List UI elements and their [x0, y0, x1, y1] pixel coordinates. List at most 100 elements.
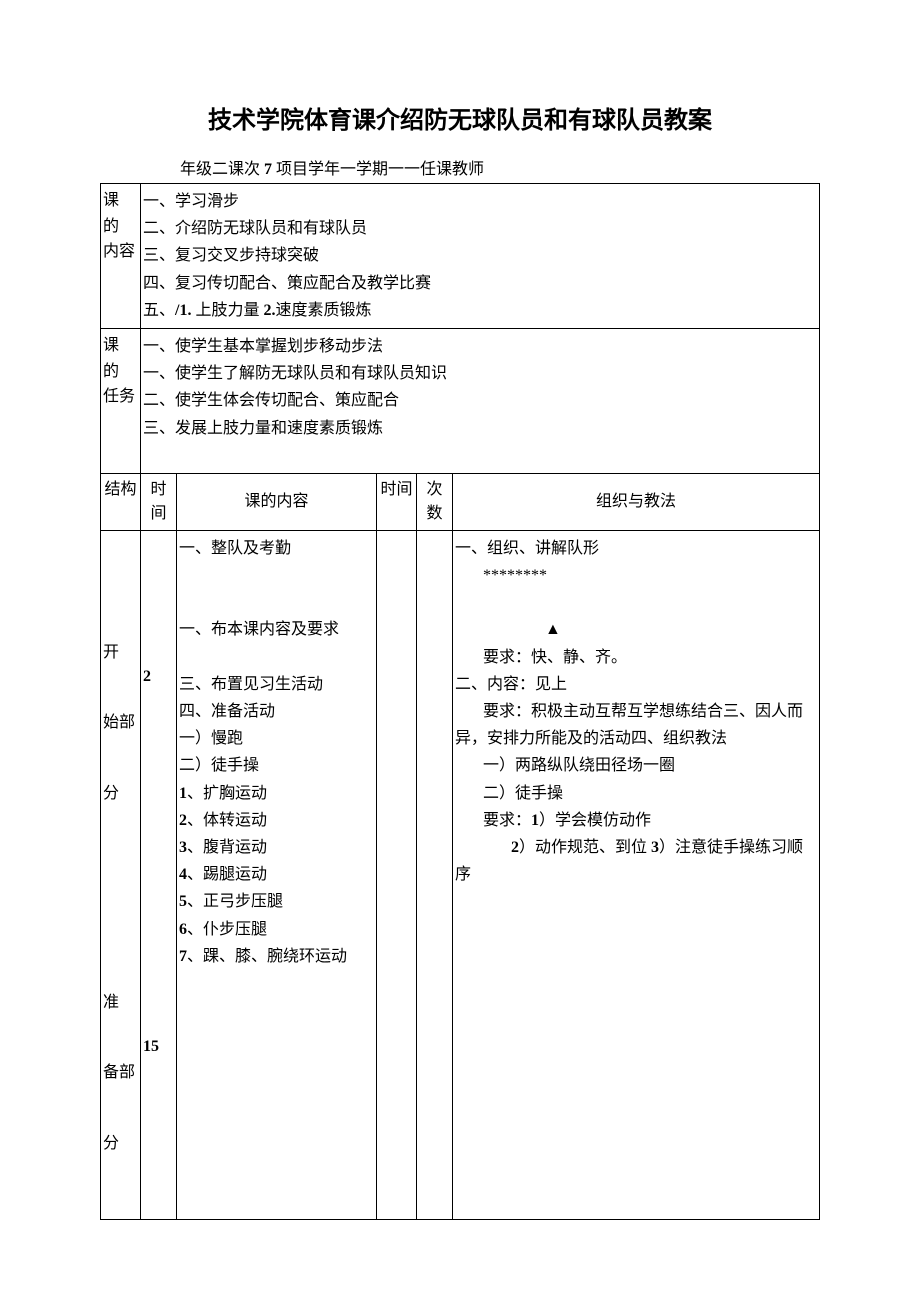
content-item: 6、仆步压腿	[179, 916, 374, 943]
course-content-cell: 一、学习滑步 二、介绍防无球队员和有球队员 三、复习交叉步持球突破 四、复习传切…	[141, 184, 820, 329]
text: 、体转运动	[187, 812, 267, 829]
bold-text: 2.	[263, 302, 275, 319]
task-line: 二、使学生体会传切配合、策应配合	[143, 387, 817, 414]
content-item: 一、整队及考勤	[179, 535, 374, 562]
course-task-label: 课 的 任务	[101, 328, 141, 473]
course-content-row: 课 的 内容 一、学习滑步 二、介绍防无球队员和有球队员 三、复习交叉步持球突破…	[101, 184, 820, 329]
header-structure: 结构	[101, 473, 141, 530]
text: 、扩胸运动	[187, 785, 267, 802]
text: ）学会模仿动作	[539, 812, 651, 829]
label-line2: 任务	[103, 388, 135, 405]
text: 数	[426, 505, 442, 522]
course-task-row: 课 的 任务 一、使学生基本掌握划步移动步法 一、使学生了解防无球队员和有球队员…	[101, 328, 820, 473]
content-line: 三、复习交叉步持球突破	[143, 242, 817, 269]
text: ）动作规范、到位	[519, 839, 651, 856]
course-task-cell: 一、使学生基本掌握划步移动步法 一、使学生了解防无球队员和有球队员知识 二、使学…	[141, 328, 820, 473]
num: 5	[179, 893, 187, 910]
text: 分	[103, 785, 119, 802]
method-item: 一、组织、讲解队形	[455, 535, 817, 562]
text: 五、	[143, 302, 175, 319]
text: ）注意徒手操练习顺	[659, 839, 803, 856]
count-cell	[417, 530, 453, 1219]
text: 准	[103, 994, 119, 1011]
method-item: 要求：快、静、齐。	[455, 644, 817, 671]
header-method: 组织与教法	[453, 473, 820, 530]
content-item: 四、准备活动	[179, 698, 374, 725]
document-page: 技术学院体育课介绍防无球队员和有球队员教案 年级二课次 7 项目学年一学期一一任…	[0, 0, 920, 1260]
content-item: 4、踢腿运动	[179, 861, 374, 888]
text: 要求：	[483, 812, 531, 829]
num: 4	[179, 866, 187, 883]
bold-text: /1.	[175, 302, 191, 319]
num: 1	[179, 785, 187, 802]
table-header-row: 结构 时间 课的内容 时间 次 数 组织与教法	[101, 473, 820, 530]
content-line: 四、复习传切配合、策应配合及教学比赛	[143, 270, 817, 297]
method-item: 二、内容：见上	[455, 671, 817, 698]
meta-line: 年级二课次 7 项目学年一学期一一任课教师	[180, 155, 820, 179]
table-body-row: 开 始部 分 准 备部 分 2 15 一、整队及	[101, 530, 820, 1219]
content-item: 二）徒手操	[179, 752, 374, 779]
meta-prefix: 年级二课次	[180, 161, 264, 178]
num: 2	[511, 839, 519, 856]
content-item: 2、体转运动	[179, 807, 374, 834]
text: 、踝、膝、腕绕环运动	[187, 948, 347, 965]
page-title: 技术学院体育课介绍防无球队员和有球队员教案	[100, 100, 820, 135]
method-item: 要求：积极主动互帮互学想练结合三、因人而	[455, 698, 817, 725]
content-item: 三、布置见习生活动	[179, 671, 374, 698]
text: 、踢腿运动	[187, 866, 267, 883]
content-item: 一）慢跑	[179, 725, 374, 752]
method-stars: ********	[455, 562, 817, 589]
method-item: 一）两路纵队绕田径场一圈	[455, 752, 817, 779]
text: 、仆步压腿	[187, 921, 267, 938]
content-item: 3、腹背运动	[179, 834, 374, 861]
content-line: 五、/1. 上肢力量 2.速度素质锻炼	[143, 297, 817, 324]
header-time2: 时间	[377, 473, 417, 530]
task-line: 三、发展上肢力量和速度素质锻炼	[143, 415, 817, 442]
text: 速度素质锻炼	[275, 302, 371, 319]
method-item: 要求：1）学会模仿动作	[455, 807, 817, 834]
text: 开	[103, 644, 119, 661]
label-line1: 课 的	[103, 192, 119, 235]
content-line: 一、学习滑步	[143, 188, 817, 215]
text: 备部	[103, 1064, 135, 1081]
method-cell: 一、组织、讲解队形 ******** ▲ 要求：快、静、齐。 二、内容：见上 要…	[453, 530, 820, 1219]
content-item: 1、扩胸运动	[179, 780, 374, 807]
content-item: 5、正弓步压腿	[179, 888, 374, 915]
content-cell: 一、整队及考勤 一、布本课内容及要求 三、布置见习生活动 四、准备活动 一）慢跑…	[177, 530, 377, 1219]
text: 、腹背运动	[187, 839, 267, 856]
header-time: 时间	[141, 473, 177, 530]
lesson-plan-table: 课 的 内容 一、学习滑步 二、介绍防无球队员和有球队员 三、复习交叉步持球突破…	[100, 183, 820, 1220]
content-item: 一、布本课内容及要求	[179, 616, 374, 643]
label-line2: 内容	[103, 243, 135, 260]
method-item: 二）徒手操	[455, 780, 817, 807]
method-item: 序	[455, 861, 817, 888]
method-item: 2）动作规范、到位 3）注意徒手操练习顺	[455, 834, 817, 861]
text: 、正弓步压腿	[187, 893, 283, 910]
lesson-number: 7	[264, 161, 272, 178]
text: 次	[426, 481, 442, 498]
triangle-icon: ▲	[455, 616, 817, 643]
course-content-label: 课 的 内容	[101, 184, 141, 329]
text: 分	[103, 1135, 119, 1152]
label-line1: 课 的	[103, 337, 119, 380]
time-value: 15	[143, 1035, 159, 1059]
text: 上肢力量	[191, 302, 263, 319]
method-item: 异，安排力所能及的活动四、组织教法	[455, 725, 817, 752]
num: 1	[531, 812, 539, 829]
num: 6	[179, 921, 187, 938]
num: 7	[179, 948, 187, 965]
time2-cell	[377, 530, 417, 1219]
num: 2	[179, 812, 187, 829]
meta-suffix: 项目学年一学期一一任课教师	[272, 161, 484, 178]
text: 始部	[103, 714, 135, 731]
header-content: 课的内容	[177, 473, 377, 530]
task-line: 一、使学生基本掌握划步移动步法	[143, 333, 817, 360]
structure-cell: 开 始部 分 准 备部 分	[101, 530, 141, 1219]
content-line: 二、介绍防无球队员和有球队员	[143, 215, 817, 242]
num: 3	[179, 839, 187, 856]
time-cell: 2 15	[141, 530, 177, 1219]
time-value: 2	[143, 665, 151, 689]
content-item: 7、踝、膝、腕绕环运动	[179, 943, 374, 970]
header-count: 次 数	[417, 473, 453, 530]
task-line: 一、使学生了解防无球队员和有球队员知识	[143, 360, 817, 387]
